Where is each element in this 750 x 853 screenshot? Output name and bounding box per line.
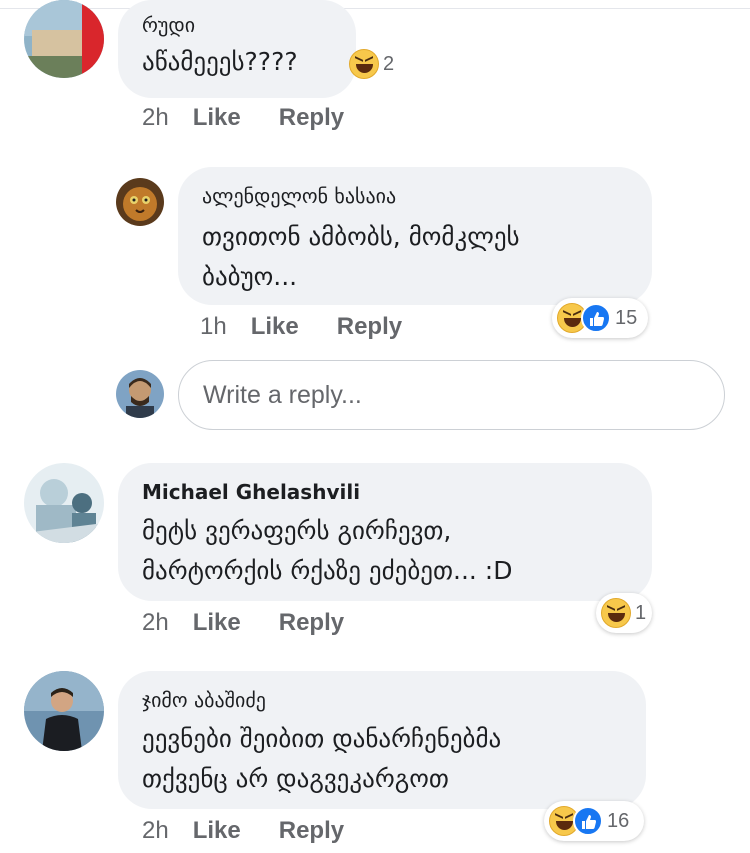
timestamp[interactable]: 2h [142, 104, 169, 132]
avatar[interactable] [116, 178, 164, 226]
comment-text-line: თვითონ ამბობს, მომკლეს [202, 222, 520, 251]
reply-button[interactable]: Reply [279, 104, 344, 132]
like-reaction-icon [581, 303, 611, 333]
like-button[interactable]: Like [193, 104, 241, 132]
comment-author[interactable]: Michael Ghelashvili [142, 477, 628, 507]
reaction-summary[interactable]: 15 [552, 298, 648, 338]
comment-author[interactable]: რუდი [142, 10, 332, 40]
comment-bubble: Michael Ghelashvili მეტს ვერაფერს გირჩევ… [118, 463, 652, 601]
comment-bubble: ჯიმო აბაშიძე ეევნები შეიბით დანარჩენებმა… [118, 671, 646, 809]
reaction-summary[interactable]: 1 [596, 593, 652, 633]
comment-actions: 2h Like Reply [142, 817, 344, 845]
comment-actions: 1h Like Reply [200, 313, 402, 341]
comment-text-line: ბაბუო... [202, 262, 298, 291]
avatar[interactable] [24, 463, 104, 543]
reply-button[interactable]: Reply [279, 817, 344, 845]
haha-icon [349, 49, 379, 79]
reaction-count: 15 [615, 306, 638, 329]
like-reaction-icon [573, 806, 603, 836]
comment-bubble: რუდი აწამეეეს???? [118, 0, 356, 98]
reaction-count: 16 [607, 809, 630, 832]
reaction-count: 2 [383, 52, 395, 75]
timestamp[interactable]: 2h [142, 817, 169, 845]
comment-text: აწამეეეს???? [142, 47, 298, 76]
like-button[interactable]: Like [251, 313, 299, 341]
comment-text-line: მარტორქის რქაზე ეძებეთ... :D [142, 556, 513, 585]
like-button[interactable]: Like [193, 817, 241, 845]
comment-actions: 2h Like Reply [142, 609, 344, 637]
reaction-summary[interactable]: 2 [344, 44, 404, 84]
timestamp[interactable]: 1h [200, 313, 227, 341]
current-user-avatar [116, 370, 164, 418]
reaction-summary[interactable]: 16 [544, 801, 644, 841]
timestamp[interactable]: 2h [142, 609, 169, 637]
reply-input[interactable]: Write a reply... [178, 360, 725, 430]
haha-icon [601, 598, 631, 628]
avatar[interactable] [24, 671, 104, 751]
comment-text-line: თქვენც არ დაგვეკარგოთ [142, 764, 449, 793]
comment-author[interactable]: ჯიმო აბაშიძე [142, 685, 622, 715]
avatar[interactable] [24, 0, 104, 78]
reply-button[interactable]: Reply [279, 609, 344, 637]
comment-text-line: ეევნები შეიბით დანარჩენებმა [142, 724, 502, 753]
comment-text-line: მეტს ვერაფერს გირჩევთ, [142, 516, 452, 545]
comment-bubble: ალენდელონ ხასაია თვითონ ამბობს, მომკლეს … [178, 167, 652, 305]
comment-actions: 2h Like Reply [142, 104, 344, 132]
reply-button[interactable]: Reply [337, 313, 402, 341]
like-button[interactable]: Like [193, 609, 241, 637]
reaction-count: 1 [635, 601, 647, 624]
divider [0, 8, 750, 9]
comment-author[interactable]: ალენდელონ ხასაია [202, 181, 628, 211]
